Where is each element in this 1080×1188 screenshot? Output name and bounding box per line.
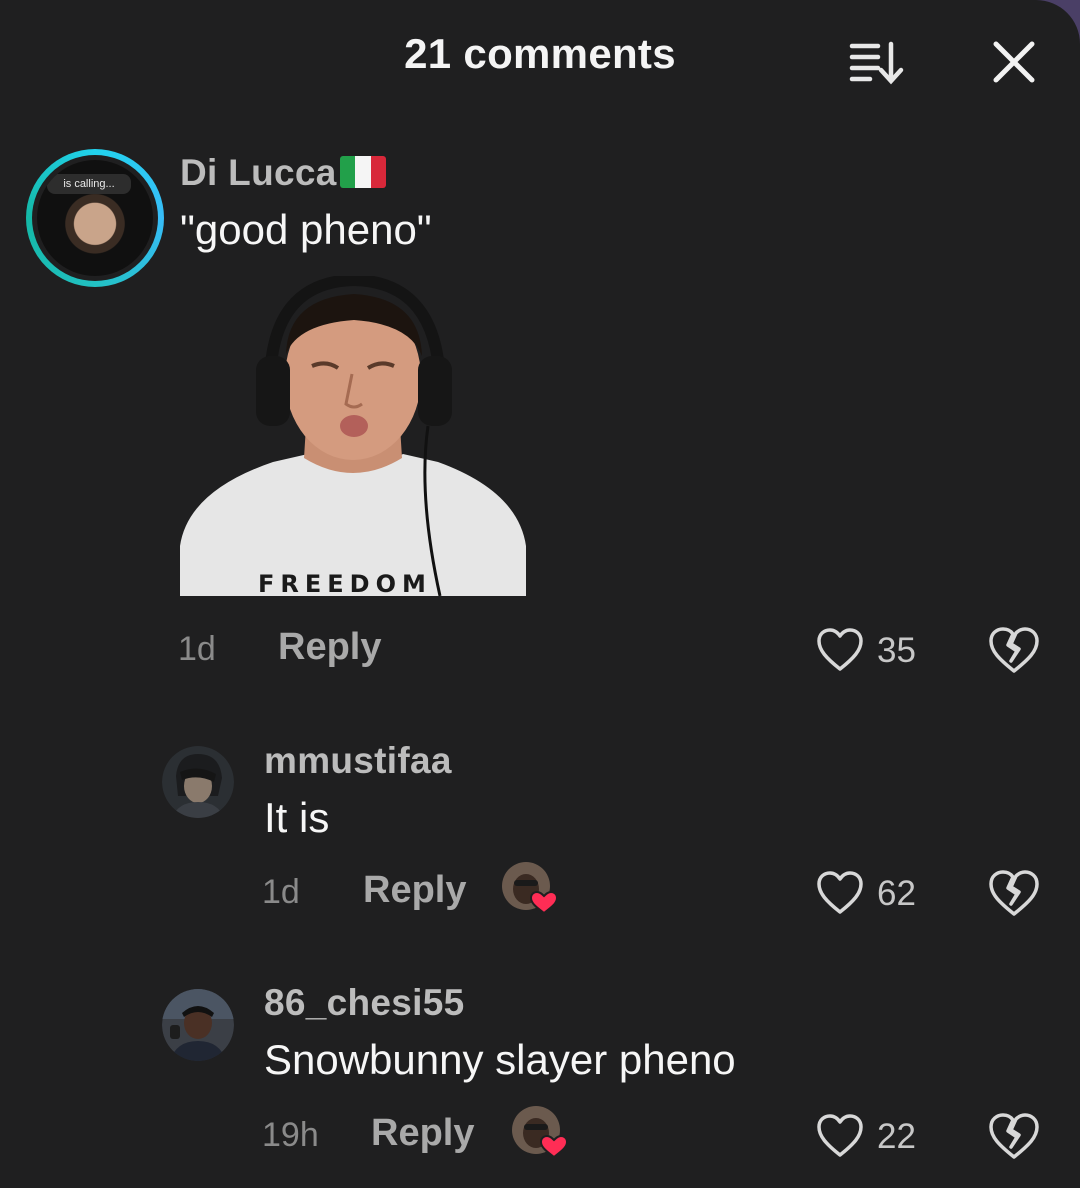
broken-heart-icon[interactable]: [988, 625, 1040, 675]
avatar-mmustifaa[interactable]: [162, 746, 234, 818]
reply-button[interactable]: Reply: [278, 626, 381, 669]
comment-username[interactable]: Di Lucca: [180, 152, 337, 194]
sticker-image[interactable]: FREEDOM: [178, 276, 528, 596]
avatar-86-chesi55[interactable]: [162, 989, 234, 1061]
heart-icon[interactable]: [816, 627, 864, 673]
heart-icon[interactable]: [816, 870, 864, 916]
comment-time: 19h: [262, 1116, 319, 1154]
creator-liked-badge: [512, 1106, 569, 1158]
comments-sheet: 21 comments is calling... Di Lucca "good: [0, 0, 1080, 1188]
like-count: 62: [877, 874, 916, 913]
italy-flag-icon: [340, 156, 386, 188]
comment-time: 1d: [178, 630, 216, 668]
broken-heart-icon[interactable]: [988, 1111, 1040, 1161]
sort-descending-icon[interactable]: [848, 40, 906, 86]
reply-button[interactable]: Reply: [371, 1112, 474, 1155]
avatar-calling-banner: is calling...: [47, 174, 131, 194]
comment-username[interactable]: mmustifaa: [264, 740, 452, 782]
profile-photo: is calling...: [37, 160, 153, 276]
comment-text: "good pheno": [180, 206, 432, 253]
comment-username[interactable]: 86_chesi55: [264, 982, 465, 1024]
close-icon[interactable]: [990, 38, 1038, 86]
shirt-text: FREEDOM: [258, 570, 432, 596]
reply-button[interactable]: Reply: [363, 869, 466, 912]
comments-title: 21 comments: [404, 30, 676, 77]
heart-icon[interactable]: [816, 1113, 864, 1159]
creator-liked-badge: [502, 862, 559, 914]
comment-text: It is: [264, 794, 330, 841]
like-count: 22: [877, 1117, 916, 1156]
broken-heart-icon[interactable]: [988, 868, 1040, 918]
comment-text: Snowbunny slayer pheno: [264, 1036, 736, 1083]
avatar-di-lucca[interactable]: is calling...: [26, 149, 164, 287]
comment-time: 1d: [262, 873, 300, 911]
like-count: 35: [877, 631, 916, 670]
